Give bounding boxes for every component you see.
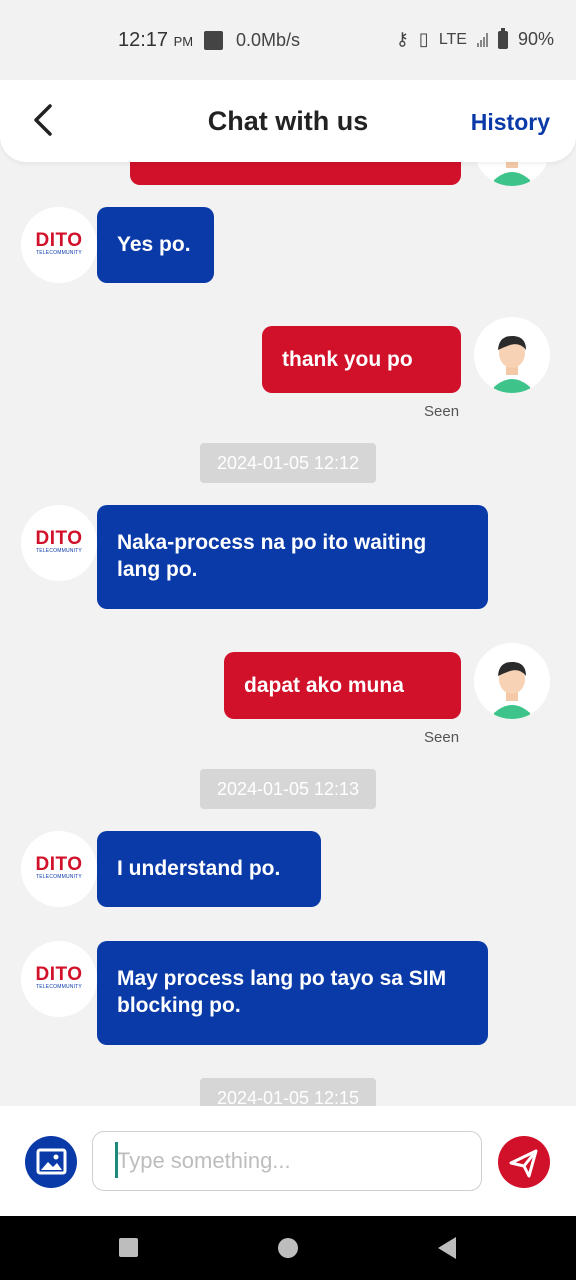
send-icon xyxy=(509,1149,538,1178)
date-separator: 2024-01-05 12:15 xyxy=(200,1078,376,1106)
key-icon: ⚷ xyxy=(395,29,409,49)
history-button[interactable]: History xyxy=(471,109,550,136)
dito-logo: DITO TELECOMMUNITY xyxy=(35,964,83,990)
message-bubble-agent: May process lang po tayo sa SIM blocking… xyxy=(97,941,488,1045)
message-bubble-user: dapat ako muna xyxy=(224,652,461,719)
battery-level: 90% xyxy=(517,29,554,49)
recording-icon xyxy=(204,31,223,50)
battery-icon xyxy=(497,27,508,49)
agent-avatar: DITO TELECOMMUNITY xyxy=(21,505,97,581)
seen-label: Seen xyxy=(424,729,460,746)
system-nav-bar xyxy=(0,1216,576,1280)
net-speed: 0.0Mb/s xyxy=(236,30,301,50)
image-icon xyxy=(36,1148,67,1175)
system-back-button[interactable] xyxy=(438,1237,456,1259)
status-bar: 12:17 PM 0.0Mb/s ⚷ ▯ LTE 90% xyxy=(0,0,576,80)
recents-button[interactable] xyxy=(119,1238,138,1257)
message-bubble-user: thank you po xyxy=(262,326,461,393)
message-composer xyxy=(0,1106,576,1216)
home-button[interactable] xyxy=(278,1238,298,1258)
signal-icon xyxy=(476,32,488,47)
chat-header: Chat with us History xyxy=(0,80,576,162)
network-type: LTE xyxy=(438,30,467,48)
date-separator: 2024-01-05 12:13 xyxy=(200,769,376,809)
agent-avatar: DITO TELECOMMUNITY xyxy=(21,207,97,283)
dito-logo: DITO TELECOMMUNITY xyxy=(35,528,83,554)
chat-area[interactable]: DITO TELECOMMUNITY Yes po. thank you po … xyxy=(0,0,576,1106)
message-bubble-agent: Yes po. xyxy=(97,207,214,283)
date-separator: 2024-01-05 12:12 xyxy=(200,443,376,483)
text-cursor xyxy=(115,1142,118,1178)
dito-logo: DITO TELECOMMUNITY xyxy=(35,854,83,880)
send-button[interactable] xyxy=(498,1136,550,1188)
attach-image-button[interactable] xyxy=(25,1136,77,1188)
user-avatar xyxy=(474,317,550,393)
vibrate-icon: ▯ xyxy=(418,29,429,49)
agent-avatar: DITO TELECOMMUNITY xyxy=(21,941,97,1017)
status-time: 12:17 PM xyxy=(118,29,194,51)
message-bubble-agent: I understand po. xyxy=(97,831,321,907)
status-right-icons: ⚷ ▯ LTE 90% xyxy=(395,27,554,50)
seen-label: Seen xyxy=(424,403,460,420)
dito-logo: DITO TELECOMMUNITY xyxy=(35,230,83,256)
message-bubble-agent: Naka-process na po ito waiting lang po. xyxy=(97,505,488,609)
agent-avatar: DITO TELECOMMUNITY xyxy=(21,831,97,907)
message-input[interactable] xyxy=(92,1131,482,1191)
user-avatar xyxy=(474,643,550,719)
